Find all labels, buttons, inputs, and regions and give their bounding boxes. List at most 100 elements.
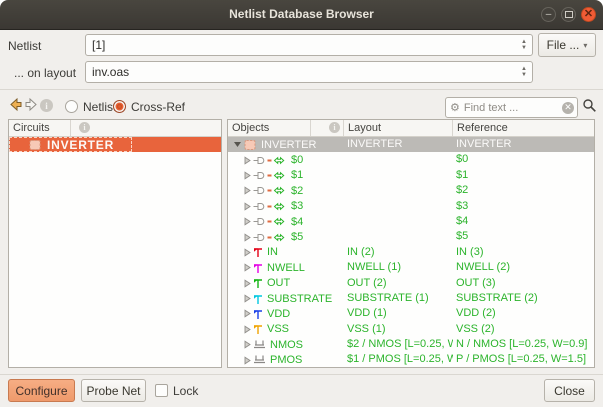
expand-arrow-icon[interactable] xyxy=(242,340,252,349)
objects-cell: INVERTER xyxy=(228,137,345,152)
tree-row[interactable]: OUTOUT (2)OUT (3) xyxy=(228,276,594,291)
layout-cell xyxy=(344,183,453,198)
info-column-header-icon[interactable]: i xyxy=(79,122,90,133)
tree-row[interactable]: SUBSTRATESUBSTRATE (1)SUBSTRATE (2) xyxy=(228,291,594,306)
titlebar[interactable]: Netlist Database Browser – ✕ xyxy=(0,0,603,30)
tree-row[interactable]: $1$1 xyxy=(228,168,594,183)
clear-search-icon[interactable]: ✕ xyxy=(562,102,574,114)
object-name: NMOS xyxy=(270,339,303,351)
tree-row[interactable]: VDDVDD (1)VDD (2) xyxy=(228,306,594,321)
back-button[interactable] xyxy=(8,97,23,117)
object-name: INVERTER xyxy=(261,139,316,151)
tree-row[interactable]: $5$5 xyxy=(228,229,594,244)
expand-arrow-icon[interactable] xyxy=(242,309,252,318)
find-box: ⚙ ✕ xyxy=(445,97,578,118)
reference-cell: N / NMOS [L=0.25, W=0.9] xyxy=(453,337,596,352)
spinner-arrows-icon[interactable]: ▲▼ xyxy=(521,36,527,54)
expand-arrow-icon[interactable] xyxy=(242,356,252,365)
search-options-gear-icon[interactable]: ⚙ xyxy=(450,101,460,114)
reference-cell: $0 xyxy=(453,152,596,167)
objects-cell: $4 xyxy=(228,214,345,229)
expand-arrow-icon[interactable] xyxy=(242,233,252,242)
netlist-label: Netlist xyxy=(8,39,41,53)
objects-cell: NMOS xyxy=(228,337,345,352)
layout-value: inv.oas xyxy=(92,65,129,79)
circuit-row[interactable]: INVERTER xyxy=(9,137,221,152)
tree-row[interactable]: NWELL NWELL (1)NWELL (2) xyxy=(228,260,594,275)
netlist-select[interactable]: [1] ▲▼ xyxy=(85,34,533,56)
tree-row[interactable]: $4$4 xyxy=(228,214,594,229)
file-button-label: File ... xyxy=(547,38,580,52)
tree-row[interactable]: $0 $0 xyxy=(228,152,594,167)
expand-arrow-icon[interactable] xyxy=(242,202,252,211)
dropdown-arrow-icon: ▾ xyxy=(583,41,587,50)
expand-arrow-icon[interactable] xyxy=(242,263,252,272)
expand-arrow-icon[interactable] xyxy=(242,325,252,334)
lock-checkbox[interactable] xyxy=(155,384,168,397)
forward-button[interactable] xyxy=(24,97,39,117)
separator xyxy=(0,374,603,375)
tree-row[interactable]: $3$3 xyxy=(228,199,594,214)
search-button[interactable] xyxy=(582,98,597,118)
chip-icon xyxy=(28,139,42,151)
object-name: NWELL xyxy=(267,262,305,274)
minimize-button[interactable]: – xyxy=(541,7,556,22)
layout-cell xyxy=(344,199,453,214)
tree-row[interactable]: NMOS$2 / NMOS [L=0.25, W=0.N / NMOS [L=0… xyxy=(228,337,594,352)
probe-net-button[interactable]: Probe Net xyxy=(81,379,146,402)
expand-arrow-icon[interactable] xyxy=(242,248,252,257)
crossref-radio[interactable] xyxy=(113,100,126,113)
tree-row[interactable]: $2$2 xyxy=(228,183,594,198)
device-icon xyxy=(253,354,266,366)
layout-cell xyxy=(344,152,453,167)
expand-arrow-icon[interactable] xyxy=(242,217,252,226)
close-button-label: Close xyxy=(554,384,585,398)
maximize-button[interactable] xyxy=(561,7,576,22)
expand-arrow-icon[interactable] xyxy=(242,156,252,165)
object-name: OUT xyxy=(267,277,290,289)
layout-column-header[interactable]: Layout xyxy=(344,120,453,136)
find-text-input[interactable] xyxy=(462,101,562,115)
objects-cell: OUT xyxy=(228,276,345,291)
reference-cell: VSS (2) xyxy=(453,322,596,337)
info-button[interactable]: i xyxy=(40,99,53,112)
reference-cell: NWELL (2) xyxy=(453,260,596,275)
layout-cell xyxy=(344,229,453,244)
object-name: $4 xyxy=(291,216,303,228)
expand-arrow-icon[interactable] xyxy=(242,294,252,303)
circuits-column-header[interactable]: Circuits xyxy=(9,120,71,136)
crossref-radio-label: Cross-Ref xyxy=(131,100,185,114)
reference-cell: P / PMOS [L=0.25, W=1.5] xyxy=(453,352,596,367)
objects-cell: $0 xyxy=(228,152,345,167)
reference-cell: $3 xyxy=(453,199,596,214)
tree-row[interactable]: PMOS$1 / PMOS [L=0.25, W=1.P / PMOS [L=0… xyxy=(228,352,594,367)
reference-column-header[interactable]: Reference xyxy=(453,120,596,136)
objects-column-header[interactable]: Objects xyxy=(228,120,311,136)
expand-arrow-icon[interactable] xyxy=(242,171,252,180)
netlist-radio[interactable] xyxy=(65,100,78,113)
tree-row[interactable]: INVERTERINVERTERINVERTER xyxy=(228,137,594,152)
tree-row[interactable]: VSSVSS (1)VSS (2) xyxy=(228,322,594,337)
close-window-button[interactable]: ✕ xyxy=(581,7,596,22)
net-icon xyxy=(253,185,287,196)
object-name: IN xyxy=(267,246,278,258)
netlist-database-browser-dialog: Netlist Database Browser – ✕ Netlist [1]… xyxy=(0,0,603,407)
objects-cell: VDD xyxy=(228,306,345,321)
tree-row[interactable]: ININ (2)IN (3) xyxy=(228,245,594,260)
spinner-arrows-icon[interactable]: ▲▼ xyxy=(521,63,527,81)
net-icon xyxy=(253,201,287,212)
close-button[interactable]: Close xyxy=(544,379,595,402)
reference-cell: VDD (2) xyxy=(453,306,596,321)
file-menu-button[interactable]: File ... ▾ xyxy=(538,33,596,57)
layout-cell xyxy=(344,214,453,229)
layout-select[interactable]: inv.oas ▲▼ xyxy=(85,61,533,83)
collapse-arrow-icon[interactable] xyxy=(232,140,242,149)
layout-cell: NWELL (1) xyxy=(344,260,453,275)
configure-button[interactable]: Configure xyxy=(8,379,75,402)
expand-arrow-icon[interactable] xyxy=(242,279,252,288)
info-column-header-icon[interactable]: i xyxy=(329,122,340,133)
lock-checkbox-label: Lock xyxy=(173,384,198,398)
expand-arrow-icon[interactable] xyxy=(242,186,252,195)
objects-panel-header: Objects i Layout Reference xyxy=(228,120,594,137)
reference-cell: $5 xyxy=(453,229,596,244)
